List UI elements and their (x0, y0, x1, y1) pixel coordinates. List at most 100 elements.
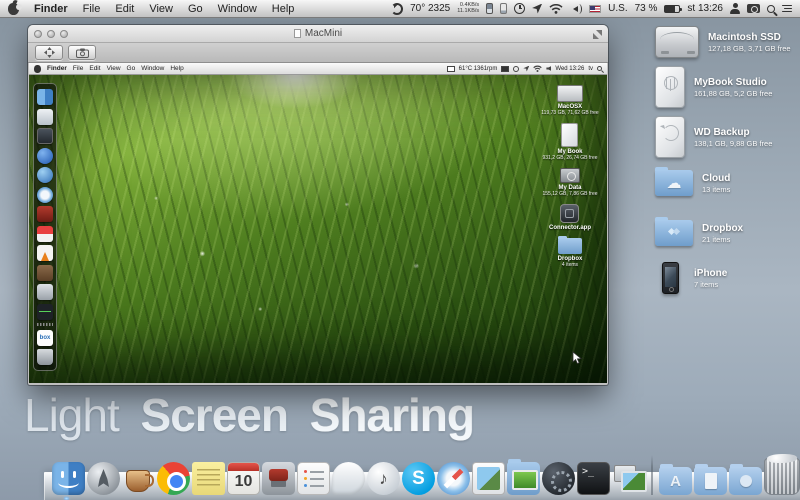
dock-reminders-icon[interactable] (297, 462, 330, 495)
battery-icon[interactable] (664, 5, 680, 13)
remote-icon-label: Connector.app (549, 225, 591, 231)
remote-dock-safari-icon[interactable] (37, 187, 53, 203)
scale-icon (44, 47, 55, 58)
display-dark-icon[interactable] (501, 66, 509, 72)
input-source-label[interactable]: U.S. (608, 3, 627, 14)
icon-sub: 13 items (702, 185, 730, 194)
dock-launchpad-icon[interactable] (87, 462, 120, 495)
desktop-icon-dropbox[interactable]: Dropbox 21 items (655, 220, 743, 246)
remote-dock-itunes-icon[interactable] (37, 148, 53, 164)
clock-icon[interactable] (514, 3, 525, 14)
remote-menu-help[interactable]: Help (170, 65, 183, 72)
apple-menu-icon[interactable] (8, 3, 19, 15)
remote-dock-trash-icon[interactable] (37, 349, 53, 365)
dock-preview-icon[interactable] (472, 462, 505, 495)
dock-calendar-icon[interactable]: 10 (227, 462, 260, 495)
remote-icon-my-book[interactable]: My Book 931,2 GB, 26,74 GB free (542, 123, 597, 161)
remote-icon-dropbox[interactable]: Dropbox 4 items (558, 238, 583, 268)
network-speed-status[interactable]: 0.4KB/s 11.1KB/s (457, 3, 479, 14)
menubar-clock[interactable]: st 13:26 (687, 3, 723, 14)
dock-finder-icon[interactable] (52, 462, 85, 495)
remote-menu-window[interactable]: Window (141, 65, 164, 72)
flag-us-icon[interactable] (589, 5, 601, 13)
menu-finder[interactable]: Finder (34, 3, 68, 15)
remote-spotlight-icon[interactable] (597, 66, 602, 71)
dock-safari-icon[interactable] (437, 462, 470, 495)
dock-utility-icon[interactable] (262, 462, 295, 495)
menu-file[interactable]: File (83, 3, 101, 15)
remote-dock-finder-icon[interactable] (37, 89, 53, 105)
user-icon[interactable] (730, 3, 740, 14)
remote-wifi-icon[interactable] (533, 65, 542, 72)
remote-dock-browser-icon[interactable] (37, 167, 53, 183)
resize-icon[interactable] (593, 30, 602, 39)
remote-icon-macosx[interactable]: MacOSX 119,73 GB, 71,62 GB free (541, 85, 598, 116)
screenshot-button[interactable] (68, 45, 96, 60)
dock-remote-folder-icon[interactable] (507, 462, 540, 495)
menu-window[interactable]: Window (218, 3, 257, 15)
wifi-icon[interactable] (549, 3, 563, 14)
remote-clock-text[interactable]: Wed 13:26 (555, 66, 584, 72)
remote-dock-drive-utility-icon[interactable] (37, 284, 53, 300)
location-icon[interactable] (532, 4, 542, 14)
spotlight-icon[interactable] (767, 5, 775, 13)
menu-go[interactable]: Go (188, 3, 203, 15)
display-icon[interactable] (447, 66, 455, 72)
dock-skype-icon[interactable]: S (402, 462, 435, 495)
dock-downloads-stack[interactable] (729, 467, 762, 495)
dock-applications-stack[interactable]: A (659, 467, 692, 495)
dock-espresso-icon[interactable] (122, 462, 155, 495)
dock-stickies-icon[interactable] (192, 462, 225, 495)
scale-button[interactable] (35, 45, 63, 60)
dock-trash-icon[interactable] (764, 458, 800, 495)
remote-apple-menu-icon[interactable] (34, 65, 41, 73)
remote-menu-go[interactable]: Go (127, 65, 136, 72)
volume-icon[interactable] (570, 4, 582, 14)
cloud-glyph-icon: ☁ (667, 176, 682, 191)
battery-percent[interactable]: 73 % (635, 3, 658, 14)
remote-dock-screen-sharing-icon[interactable] (37, 128, 53, 144)
window-titlebar[interactable]: MacMini (28, 25, 608, 43)
remote-dock-photos-icon[interactable] (37, 265, 53, 281)
remote-location-icon[interactable] (523, 66, 529, 72)
menu-view[interactable]: View (149, 3, 173, 15)
remote-dock-vlc-icon[interactable] (37, 245, 53, 261)
camera-icon[interactable] (747, 4, 760, 13)
remote-dock-separator (37, 323, 53, 326)
desktop-icon-mybook-studio[interactable]: MyBook Studio 161,88 GB, 5,2 GB free (655, 66, 772, 108)
remote-dock-box-icon[interactable]: box (37, 330, 53, 346)
notification-list-icon[interactable] (782, 5, 792, 13)
menu-help[interactable]: Help (272, 3, 295, 15)
weather-status[interactable]: 70° 2325 (410, 3, 450, 14)
memory-icon[interactable] (486, 3, 493, 14)
remote-menu-finder[interactable]: Finder (47, 65, 67, 72)
remote-clock-icon[interactable] (513, 66, 519, 72)
screen-sync-icon[interactable] (391, 3, 403, 15)
desktop-icon-iphone[interactable]: iPhone 7 items (655, 262, 727, 294)
remote-dock-preview-icon[interactable] (37, 109, 53, 125)
remote-volume-icon[interactable] (546, 66, 551, 71)
remote-icon-connector-app[interactable]: Connector.app (549, 204, 591, 231)
menu-edit[interactable]: Edit (115, 3, 134, 15)
remote-dock-front-row-icon[interactable] (37, 206, 53, 222)
dock-gear-app-icon[interactable] (542, 462, 575, 495)
remote-menu-file[interactable]: File (73, 65, 83, 72)
desktop-icon-cloud[interactable]: ☁ Cloud 13 items (655, 170, 730, 196)
dock-messages-icon[interactable] (332, 462, 365, 495)
desktop-icon-wd-backup[interactable]: WD Backup 138,1 GB, 9,88 GB free (655, 116, 772, 158)
remote-sensors-status[interactable]: 61°C 1361rpm (459, 66, 498, 72)
remote-dock-media-app-icon[interactable] (37, 226, 53, 242)
dock-itunes-icon[interactable]: ♪ (367, 462, 400, 495)
remote-tv-status[interactable]: tv (588, 66, 593, 72)
dock-chrome-icon[interactable] (157, 462, 190, 495)
remote-menu-edit[interactable]: Edit (89, 65, 100, 72)
desktop-icon-macintosh-ssd[interactable]: Macintosh SSD 127,18 GB, 3,71 GB free (655, 26, 791, 58)
disk-icon[interactable] (500, 3, 507, 14)
dock-terminal-icon[interactable]: >_ (577, 462, 610, 495)
remote-dock-activity-monitor-icon[interactable] (37, 304, 53, 320)
remote-icon-my-data[interactable]: My Data 155,12 GB, 7,86 GB free (542, 168, 597, 197)
dock-screen-sharing-icon[interactable] (612, 462, 645, 495)
remote-screen[interactable]: Finder File Edit View Go Window Help 61°… (29, 63, 607, 383)
remote-menu-view[interactable]: View (107, 65, 121, 72)
dock-documents-stack[interactable] (694, 467, 727, 495)
